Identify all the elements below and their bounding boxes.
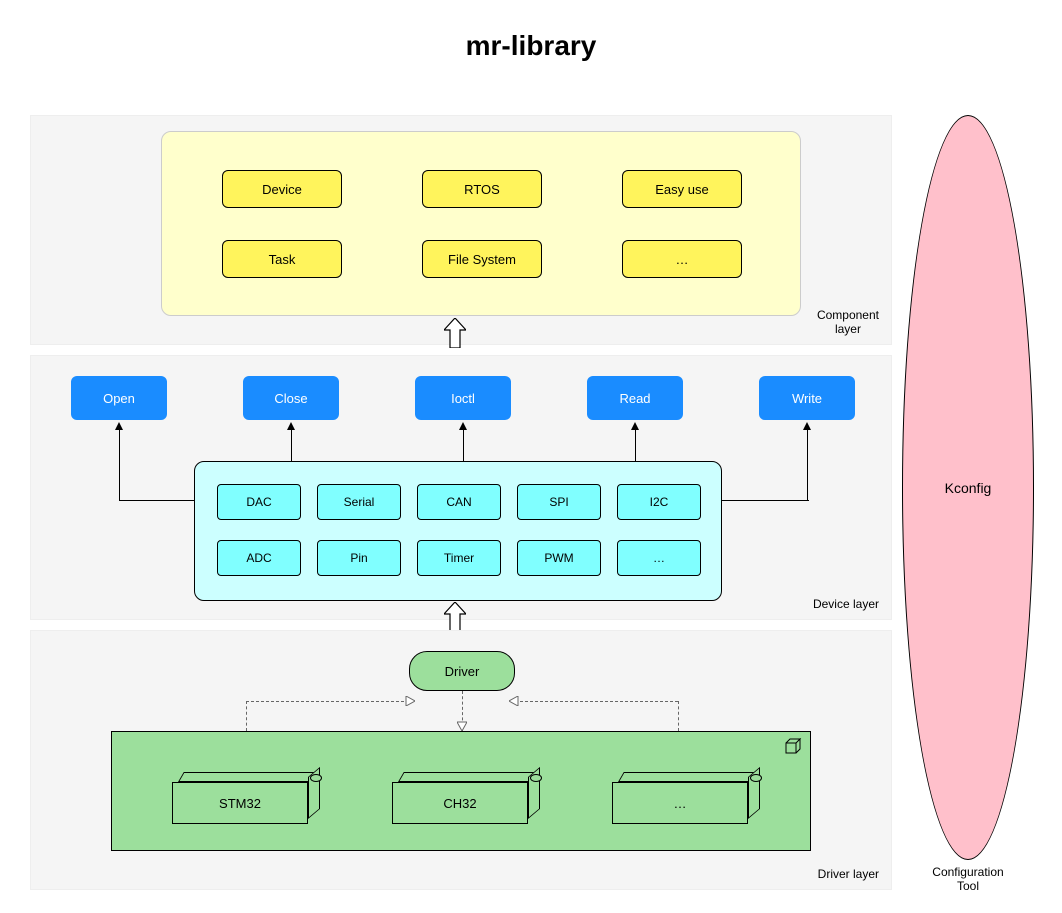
package-icon	[784, 738, 802, 754]
device-dac: DAC	[217, 484, 301, 520]
device-can: CAN	[417, 484, 501, 520]
component-task: Task	[222, 240, 342, 278]
kconfig-label: Configuration Tool	[902, 865, 1034, 893]
triangle-open-left-icon	[509, 696, 519, 706]
api-open: Open	[71, 376, 167, 420]
arrow-device-to-component-icon	[444, 318, 466, 348]
arrow-driver-to-device-icon	[444, 602, 466, 632]
device-timer: Timer	[417, 540, 501, 576]
hw-ch32: CH32	[392, 772, 540, 824]
driver-box: Driver	[409, 651, 515, 691]
device-layer-label: Device layer	[813, 597, 879, 611]
device-i2c: I2C	[617, 484, 701, 520]
device-spi: SPI	[517, 484, 601, 520]
device-pin: Pin	[317, 540, 401, 576]
api-ioctl: Ioctl	[415, 376, 511, 420]
component-layer: Device RTOS Easy use Task File System … …	[30, 115, 892, 345]
component-easyuse: Easy use	[622, 170, 742, 208]
component-layer-label: Component layer	[817, 308, 879, 336]
component-panel: Device RTOS Easy use Task File System …	[161, 131, 801, 316]
diagram-title: mr-library	[0, 30, 1062, 62]
hw-more: …	[612, 772, 760, 824]
component-filesystem: File System	[422, 240, 542, 278]
device-pwm: PWM	[517, 540, 601, 576]
device-adc: ADC	[217, 540, 301, 576]
api-write: Write	[759, 376, 855, 420]
device-layer: Open Close Ioctl Read Write DAC Serial C…	[30, 355, 892, 620]
device-panel: DAC Serial CAN SPI I2C ADC Pin Timer PWM…	[194, 461, 722, 601]
component-device: Device	[222, 170, 342, 208]
api-read: Read	[587, 376, 683, 420]
api-close: Close	[243, 376, 339, 420]
component-rtos: RTOS	[422, 170, 542, 208]
triangle-open-right-icon	[405, 696, 415, 706]
kconfig-box: Kconfig	[902, 115, 1034, 860]
device-serial: Serial	[317, 484, 401, 520]
hw-stm32: STM32	[172, 772, 320, 824]
device-more: …	[617, 540, 701, 576]
driver-panel: STM32 CH32 …	[111, 731, 811, 851]
component-more: …	[622, 240, 742, 278]
driver-layer-label: Driver layer	[818, 867, 879, 881]
triangle-open-down-icon	[457, 719, 467, 731]
driver-layer: Driver STM32 CH32 … Driver layer	[30, 630, 892, 890]
